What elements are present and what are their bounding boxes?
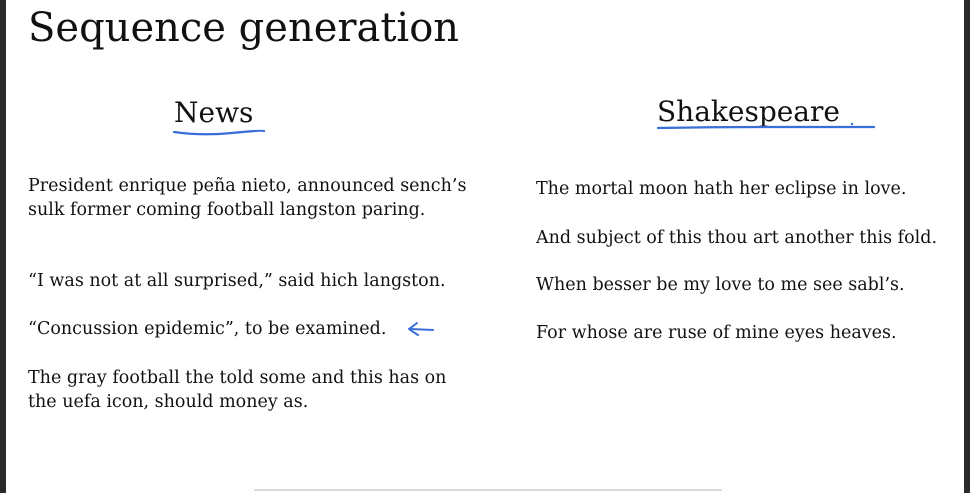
bottom-divider [254, 489, 722, 491]
shakespeare-line-2: And subject of this thou art another thi… [536, 228, 938, 248]
news-sample-3: “Concussion epidemic”, to be examined. [28, 319, 387, 339]
left-arrow-icon [408, 322, 434, 336]
slide: Sequence generation News Shakespeare Pre… [6, 0, 964, 493]
news-sample-2: “I was not at all surprised,” said hich … [28, 271, 446, 291]
shakespeare-line-3: When besser be my love to me see sabl’s. [536, 275, 905, 295]
shakespeare-line-4: For whose are ruse of mine eyes heaves. [536, 323, 897, 343]
news-heading: News [174, 96, 254, 129]
news-sample-4: The gray football the told some and this… [28, 368, 447, 412]
news-sample-1: President enrique peña nieto, announced … [28, 176, 467, 220]
slide-title: Sequence generation [28, 5, 460, 51]
shakespeare-heading: Shakespeare [657, 95, 840, 128]
shakespeare-line-1: The mortal moon hath her eclipse in love… [536, 179, 907, 199]
